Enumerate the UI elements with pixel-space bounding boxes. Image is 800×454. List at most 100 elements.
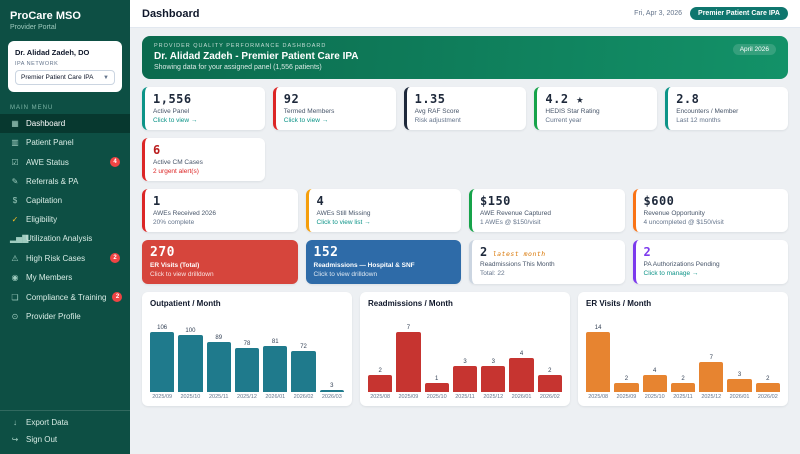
- bar-value-label: 2: [681, 376, 684, 382]
- sidebar-item-capitation[interactable]: $ Capitation: [0, 191, 130, 210]
- sidebar-item-utilization-analysis[interactable]: ▂▅▇ Utilization Analysis: [0, 229, 130, 248]
- sidebar-item-high-risk-cases[interactable]: ⚠ High Risk Cases 2: [0, 248, 130, 268]
- stat-sublabel: Risk adjustment: [415, 117, 519, 124]
- doctor-name: Dr. Alidad Zadeh, DO: [15, 48, 115, 57]
- stat-card-awe-revenue-captured[interactable]: $150 AWE Revenue Captured 1 AWEs @ $150/…: [469, 189, 625, 232]
- stat-label: AWEs Received 2026: [153, 210, 290, 217]
- bar: [481, 366, 505, 392]
- stat-sublabel: Click to view →: [284, 117, 388, 124]
- notification-badge: 2: [112, 292, 122, 302]
- stat-label: Active Panel: [153, 108, 257, 115]
- bar-value-label: 81: [272, 339, 279, 345]
- bar-2026-02: 722026/02: [291, 312, 315, 400]
- stat-card-readmissions-hospital-snf[interactable]: 152 Readmissions — Hospital & SNF Click …: [306, 240, 462, 284]
- sidebar-item-provider-profile[interactable]: ⊙ Provider Profile: [0, 307, 130, 326]
- x-axis-label: 2025/11: [673, 394, 692, 400]
- high-risk-icon: ⚠: [10, 254, 20, 263]
- sidebar-footer: ↓ Export Data ↪ Sign Out: [0, 410, 130, 454]
- dashboard-icon: ▦: [10, 119, 20, 128]
- sidebar-item-compliance-training[interactable]: ❏ Compliance & Training 2: [0, 287, 130, 307]
- stat-sublabel: Click to view drilldown: [150, 271, 290, 278]
- bar-2025-08: 142025/08: [586, 312, 610, 400]
- x-axis-label: 2025/12: [483, 394, 503, 400]
- banner-title: Dr. Alidad Zadeh - Premier Patient Care …: [154, 51, 776, 62]
- bar-value-label: 89: [215, 335, 222, 341]
- bar-value-label: 72: [300, 344, 307, 350]
- bar: [614, 383, 638, 392]
- stat-card-awes-received-2026[interactable]: 1 AWEs Received 2026 20% complete: [142, 189, 298, 232]
- x-axis-label: 2026/01: [730, 394, 750, 400]
- sidebar-item-export-data[interactable]: ↓ Export Data: [0, 414, 130, 431]
- stat-label: Active CM Cases: [153, 159, 257, 166]
- sidebar-item-dashboard[interactable]: ▦ Dashboard: [0, 114, 130, 133]
- stat-sublabel: 1 AWEs @ $150/visit: [480, 219, 617, 226]
- chart-readmissions-month: Readmissions / Month 22025/0872025/09120…: [360, 292, 570, 406]
- stat-card-readmissions-this-month[interactable]: 2latest month Readmissions This Month To…: [469, 240, 625, 284]
- capitation-icon: $: [10, 196, 20, 205]
- sidebar-item-label: Eligibility: [26, 215, 57, 224]
- stat-value: 92: [284, 92, 388, 106]
- sidebar-item-sign-out[interactable]: ↪ Sign Out: [0, 431, 130, 448]
- sidebar-item-referrals-pa[interactable]: ✎ Referrals & PA: [0, 172, 130, 191]
- sidebar-item-eligibility[interactable]: ✓ Eligibility: [0, 210, 130, 229]
- sidebar-item-label: Referrals & PA: [26, 177, 78, 186]
- x-axis-label: 2026/01: [512, 394, 532, 400]
- bar: [235, 348, 259, 392]
- stat-card-pa-authorizations-pending[interactable]: 2 PA Authorizations Pending Click to man…: [633, 240, 789, 284]
- ipa-network-select[interactable]: Premier Patient Care IPA ▼: [15, 70, 115, 85]
- bar-2025-11: 892025/11: [207, 312, 231, 400]
- bar: [150, 332, 174, 392]
- bar-2025-11: 2 2025/11: [671, 312, 695, 400]
- sidebar-item-awe-status[interactable]: ☑ AWE Status 4: [0, 152, 130, 172]
- stat-card-revenue-opportunity[interactable]: $600 Revenue Opportunity 4 uncompleted @…: [633, 189, 789, 232]
- stat-card-er-visits-total[interactable]: 270 ER Visits (Total) Click to view dril…: [142, 240, 298, 284]
- stat-sublabel: Click to view list →: [317, 219, 454, 226]
- bar-2026-01: 42026/01: [509, 312, 533, 400]
- bar-value-label: 100: [185, 328, 195, 334]
- stat-sublabel: Last 12 months: [676, 117, 780, 124]
- stat-row-4: 270 ER Visits (Total) Click to view dril…: [142, 240, 788, 284]
- chart-plot: 22025/0872025/0912025/1032025/1132025/12…: [368, 312, 562, 400]
- ipa-network-value: Premier Patient Care IPA: [21, 74, 94, 81]
- bar: [368, 375, 392, 392]
- bar-2026-02: 22026/02: [538, 312, 562, 400]
- x-axis-label: 2025/10: [427, 394, 447, 400]
- stat-label: Readmissions This Month: [480, 261, 617, 268]
- x-axis-label: 2026/01: [265, 394, 285, 400]
- stat-card-active-panel[interactable]: 1,556 Active Panel Click to view →: [142, 87, 265, 130]
- stat-card-termed-members[interactable]: 92 Termed Members Click to view →: [273, 87, 396, 130]
- main-area: Dashboard Fri, Apr 3, 2026 Premier Patie…: [130, 0, 800, 454]
- notification-badge: 2: [110, 253, 120, 263]
- stat-label: PA Authorizations Pending: [644, 261, 781, 268]
- bar: [671, 383, 695, 392]
- stat-card-active-cm-cases[interactable]: 6 Active CM Cases 2 urgent alert(s): [142, 138, 265, 181]
- bar: [643, 375, 667, 392]
- bar-2026-01: 3 2026/01: [727, 312, 751, 400]
- stat-value: 2.8: [676, 92, 780, 106]
- stat-sublabel: Total: 22: [480, 270, 617, 277]
- stat-card-avg-raf-score[interactable]: 1.35 Avg RAF Score Risk adjustment: [404, 87, 527, 130]
- stat-card-encounters-member[interactable]: 2.8 Encounters / Member Last 12 months: [665, 87, 788, 130]
- charts-row: Outpatient / Month 1062025/091002025/108…: [142, 292, 788, 406]
- ipa-network-label: IPA NETWORK: [15, 61, 115, 67]
- stat-card-hedis-star-rating[interactable]: 4.2 ★ HEDIS Star Rating Current year: [534, 87, 657, 130]
- chart-title: Readmissions / Month: [368, 299, 562, 308]
- topbar-right: Fri, Apr 3, 2026 Premier Patient Care IP…: [634, 7, 788, 20]
- bar-value-label: 7: [710, 355, 713, 361]
- sidebar-item-my-members[interactable]: ◉ My Members: [0, 268, 130, 287]
- bar: [509, 358, 533, 392]
- x-axis-label: 2026/02: [540, 394, 560, 400]
- stat-value: 1: [153, 194, 290, 208]
- stat-card-awes-still-missing[interactable]: 4 AWEs Still Missing Click to view list …: [306, 189, 462, 232]
- sidebar-item-patient-panel[interactable]: ▥ Patient Panel: [0, 133, 130, 152]
- bar-value-label: 7: [407, 325, 410, 331]
- sidebar-item-label: AWE Status: [26, 158, 69, 167]
- bar: [727, 379, 751, 392]
- bar-2025-12: 72025/12: [699, 312, 723, 400]
- bar-value-label: 2: [625, 376, 628, 382]
- bar-value-label: 3: [738, 372, 741, 378]
- doctor-card: Dr. Alidad Zadeh, DO IPA NETWORK Premier…: [8, 41, 122, 92]
- bar-2026-02: 22026/02: [756, 312, 780, 400]
- x-axis-label: 2025/09: [398, 394, 418, 400]
- dashboard-content: PROVIDER QUALITY PERFORMANCE DASHBOARD D…: [130, 28, 800, 454]
